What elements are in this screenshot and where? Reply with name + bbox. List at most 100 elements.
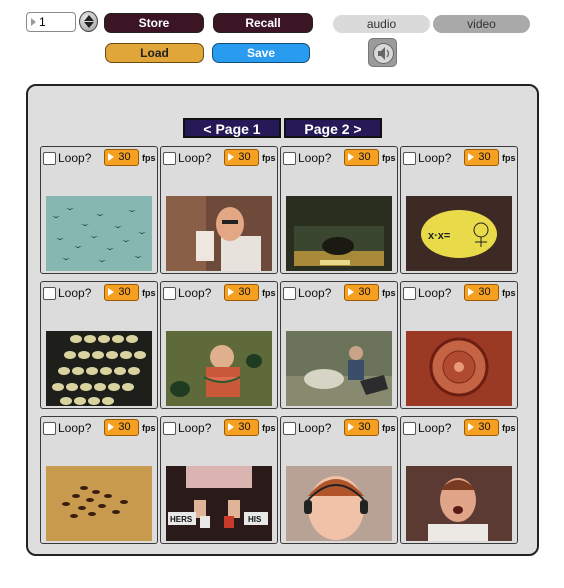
loop-label: Loop? [418, 421, 452, 435]
clip-thumbnail[interactable]: x·x= [406, 196, 512, 271]
stepper-icon[interactable] [79, 11, 98, 32]
fps-arrow-icon [348, 423, 354, 431]
fps-arrow-icon [108, 153, 114, 161]
loop-checkbox[interactable] [163, 422, 176, 435]
tab-video[interactable]: video [433, 15, 530, 33]
fps-value: 30 [118, 286, 131, 298]
clip-thumbnail[interactable] [166, 331, 272, 406]
loop-label: Loop? [298, 286, 332, 300]
loop-checkbox[interactable] [163, 287, 176, 300]
fps-input[interactable]: 30 [104, 419, 139, 436]
number-box-arrow-icon [31, 18, 36, 26]
fps-unit-label: fps [262, 288, 276, 298]
fps-input[interactable]: 30 [344, 419, 379, 436]
man-with-glasses-image [166, 196, 272, 271]
his-sign: HIS [248, 515, 262, 524]
loop-checkbox[interactable] [163, 152, 176, 165]
loop-checkbox[interactable] [403, 287, 416, 300]
man-singing-image [406, 466, 512, 541]
fps-arrow-icon [108, 423, 114, 431]
fps-value: 30 [358, 151, 371, 163]
fps-unit-label: fps [382, 288, 396, 298]
fps-input[interactable]: 30 [224, 419, 259, 436]
fps-value: 30 [238, 421, 251, 433]
clip-cell-11: Loop? 30 fps [280, 416, 398, 544]
fps-arrow-icon [468, 153, 474, 161]
loop-checkbox[interactable] [43, 152, 56, 165]
fps-unit-label: fps [262, 153, 276, 163]
loop-checkbox[interactable] [283, 287, 296, 300]
loop-checkbox[interactable] [283, 152, 296, 165]
fps-input[interactable]: 30 [224, 284, 259, 301]
loop-label: Loop? [58, 151, 92, 165]
loop-label: Loop? [58, 286, 92, 300]
clip-cell-3: Loop? 30 fps [280, 146, 398, 274]
loop-label: Loop? [418, 286, 452, 300]
fps-unit-label: fps [142, 423, 156, 433]
clip-thumbnail[interactable] [46, 196, 152, 271]
loop-checkbox[interactable] [403, 422, 416, 435]
store-button[interactable]: Store [104, 13, 204, 33]
next-page-button[interactable]: Page 2 > [284, 118, 382, 138]
fps-unit-label: fps [142, 153, 156, 163]
clip-cell-8: Loop? 30 fps [400, 281, 518, 409]
stepper-up-icon[interactable] [84, 15, 94, 21]
loop-checkbox[interactable] [283, 422, 296, 435]
clip-thumbnail[interactable]: HERS HIS [166, 466, 272, 541]
fps-value: 30 [478, 151, 491, 163]
number-box-value: 1 [39, 15, 46, 29]
fps-input[interactable]: 30 [344, 149, 379, 166]
clip-cell-7: Loop? 30 fps [280, 281, 398, 409]
fps-unit-label: fps [382, 423, 396, 433]
clip-thumbnail[interactable] [286, 331, 392, 406]
svg-text:x·x=: x·x= [428, 230, 450, 242]
tab-audio[interactable]: audio [333, 15, 430, 33]
clip-thumbnail[interactable] [46, 466, 152, 541]
recall-button[interactable]: Recall [213, 13, 313, 33]
save-button[interactable]: Save [212, 43, 310, 63]
fps-value: 30 [118, 151, 131, 163]
clip-thumbnail[interactable] [286, 466, 392, 541]
fps-unit-label: fps [262, 423, 276, 433]
boy-eating-watermelon-image [166, 331, 272, 406]
fps-arrow-icon [228, 423, 234, 431]
fps-input[interactable]: 30 [464, 419, 499, 436]
number-box[interactable]: 1 [26, 12, 76, 32]
fps-input[interactable]: 30 [344, 284, 379, 301]
fps-input[interactable]: 30 [464, 149, 499, 166]
clip-cell-4: Loop? 30 fps x·x= [400, 146, 518, 274]
loop-label: Loop? [178, 421, 212, 435]
clip-cell-2: Loop? 30 fps [160, 146, 278, 274]
fps-unit-label: fps [502, 153, 516, 163]
clip-thumbnail[interactable] [166, 196, 272, 271]
speaker-icon [373, 43, 394, 64]
clip-thumbnail[interactable] [286, 196, 392, 271]
fps-input[interactable]: 30 [224, 149, 259, 166]
prev-page-button[interactable]: < Page 1 [183, 118, 281, 138]
fps-input[interactable]: 30 [104, 284, 139, 301]
fps-input[interactable]: 30 [464, 284, 499, 301]
loop-label: Loop? [178, 286, 212, 300]
fps-value: 30 [358, 421, 371, 433]
clip-cell-10: Loop? 30 fps HERS HIS [160, 416, 278, 544]
fps-arrow-icon [468, 423, 474, 431]
clip-cell-9: Loop? 30 fps [40, 416, 158, 544]
clip-thumbnail[interactable] [406, 466, 512, 541]
fps-unit-label: fps [502, 423, 516, 433]
fps-value: 30 [238, 286, 251, 298]
speaker-button[interactable] [368, 38, 397, 67]
loop-checkbox[interactable] [43, 287, 56, 300]
fps-arrow-icon [468, 288, 474, 296]
clip-thumbnail[interactable] [406, 331, 512, 406]
load-button[interactable]: Load [105, 43, 204, 63]
stepper-down-icon[interactable] [84, 22, 94, 28]
fps-value: 30 [118, 421, 131, 433]
loop-checkbox[interactable] [43, 422, 56, 435]
baby-with-headphones-image [286, 466, 392, 541]
fps-input[interactable]: 30 [104, 149, 139, 166]
hands-with-cups-image: HERS HIS [166, 466, 272, 541]
loop-label: Loop? [298, 421, 332, 435]
clip-thumbnail[interactable] [46, 331, 152, 406]
fps-arrow-icon [348, 153, 354, 161]
loop-checkbox[interactable] [403, 152, 416, 165]
